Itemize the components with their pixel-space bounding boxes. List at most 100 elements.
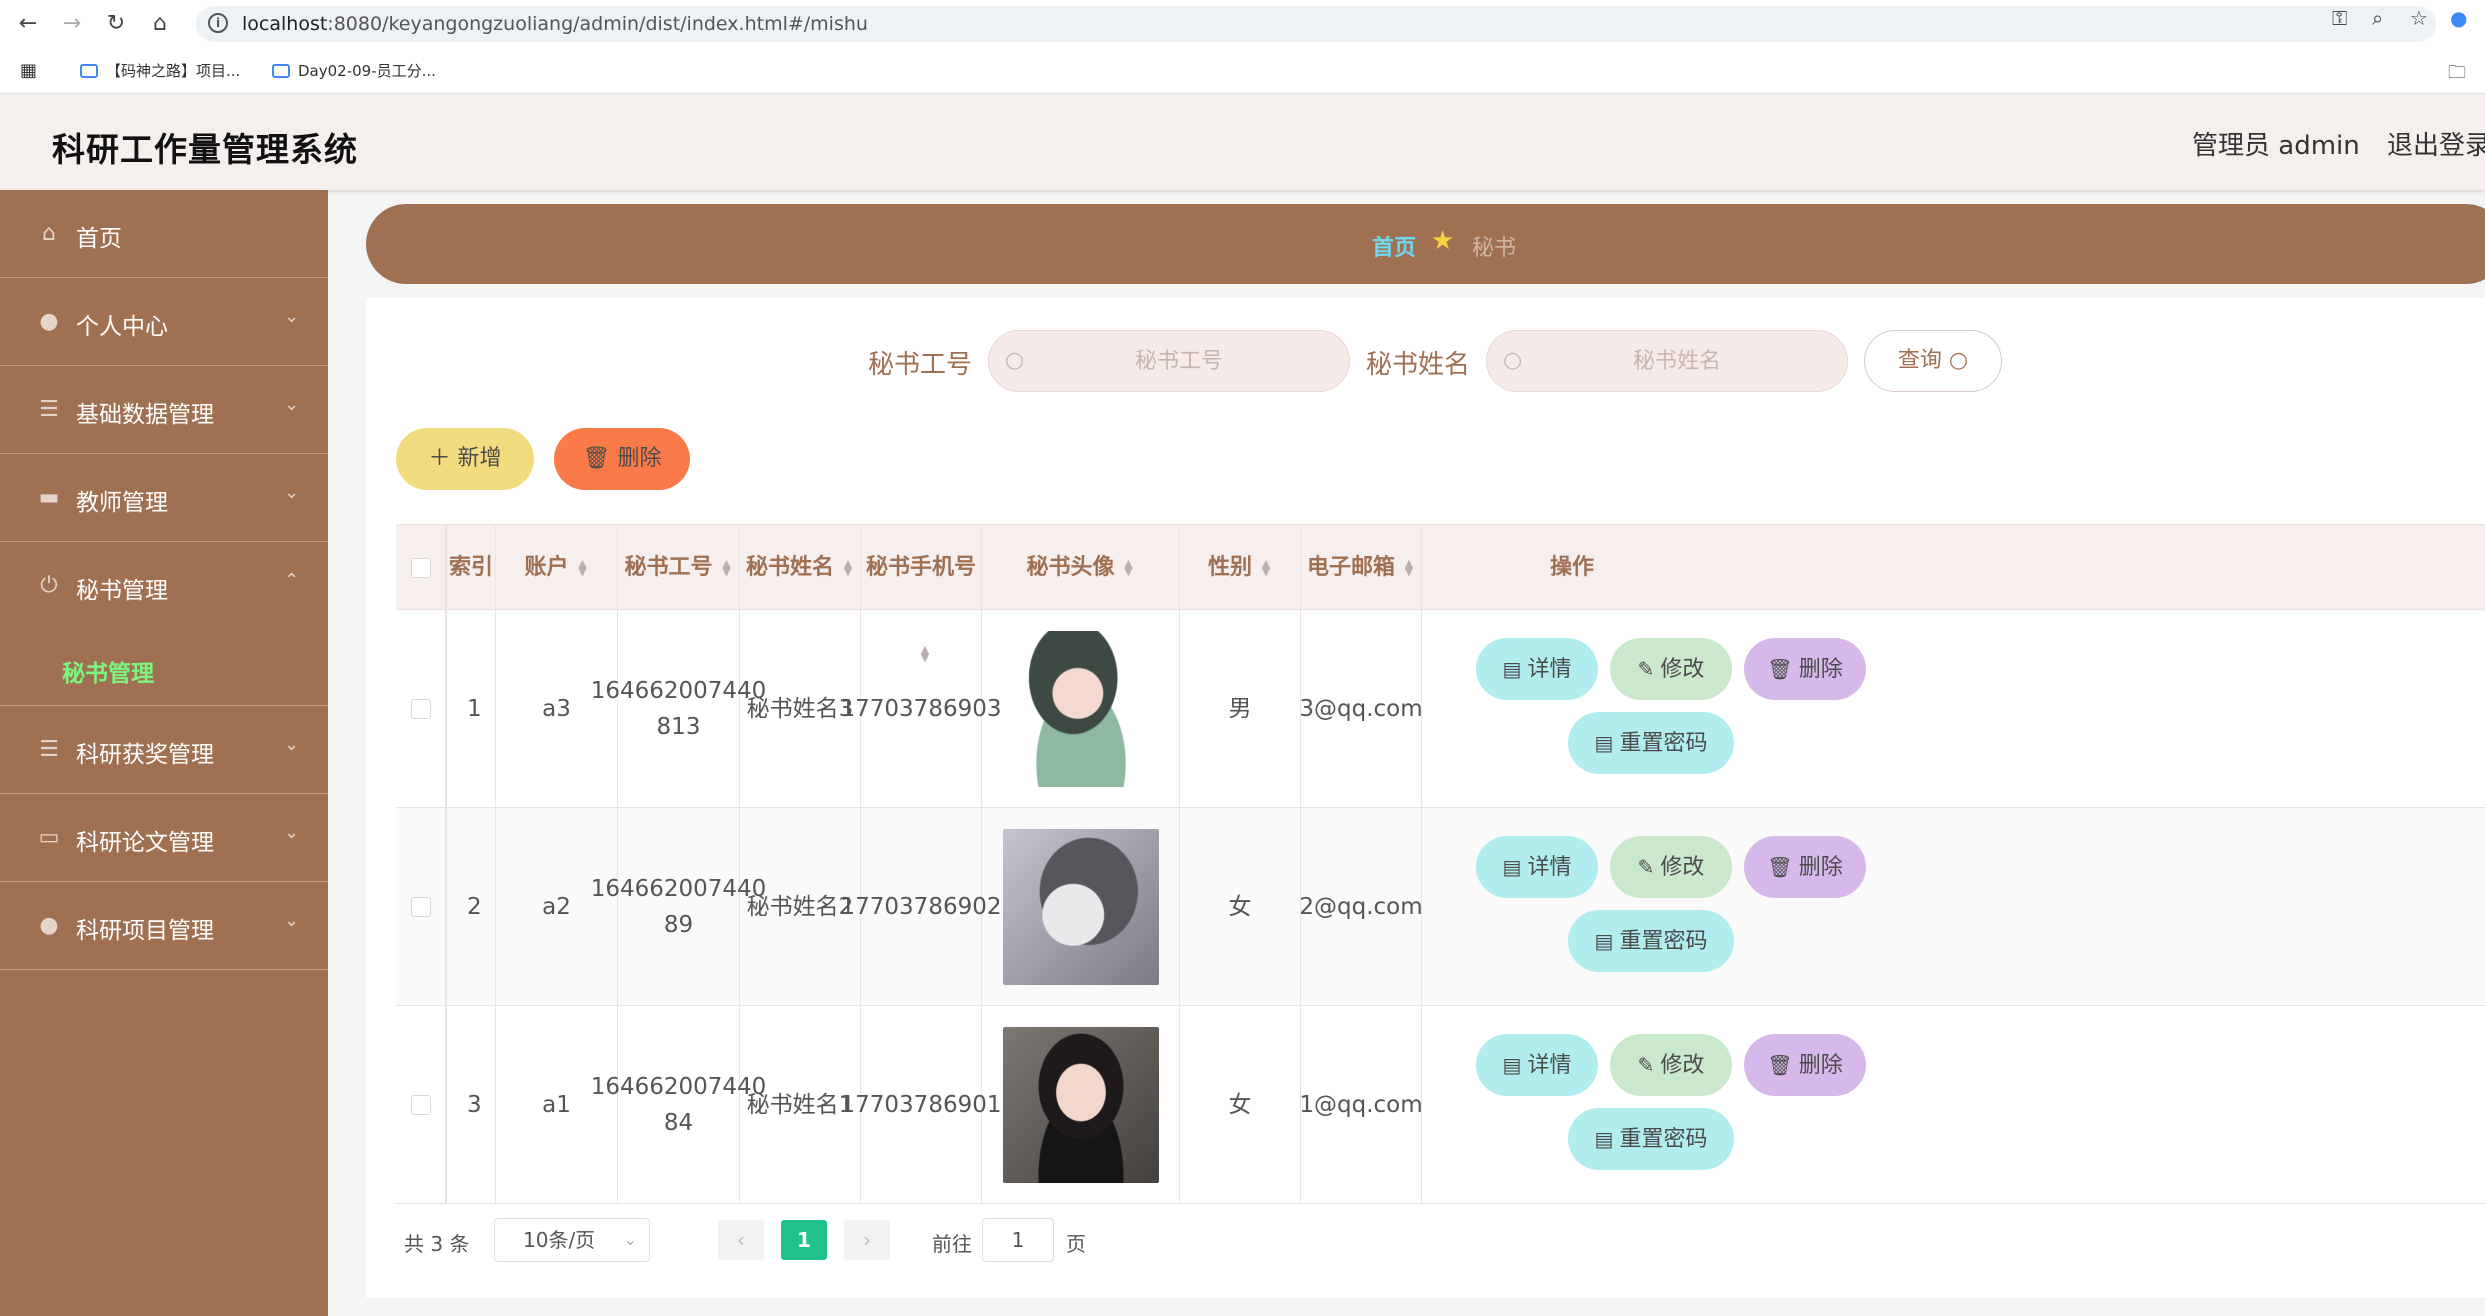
edit-button[interactable]: ✎ 修改 [1610,1034,1732,1096]
sidebar-subitem-secretaries[interactable]: 秘书管理 [0,630,328,706]
profile-icon[interactable]: ● [2450,6,2467,30]
header-id[interactable]: 秘书工号 ▲ ▼ [618,525,740,611]
document-icon: ▤ [1594,1127,1614,1151]
sidebar-item-projects[interactable]: ● 科研项目管理 ⌄ [0,882,328,970]
avatar[interactable] [1002,1027,1159,1183]
sidebar-item-teachers[interactable]: ▬ 教师管理 ⌄ [0,454,328,542]
sort-icon[interactable]: ▲ ▼ [1260,558,1272,577]
edit-button[interactable]: ✎ 修改 [1610,638,1732,700]
sort-icon[interactable]: ▲ ▼ [721,558,733,577]
home-icon[interactable]: ⌂ [146,10,174,38]
select-all-checkbox[interactable] [396,525,446,611]
zoom-icon[interactable]: ⌕ [2372,6,2383,30]
sort-icon[interactable]: ▲ ▼ [1123,558,1135,577]
header-label: 账户 [524,555,569,580]
search-id-field[interactable]: ○ [988,330,1350,392]
key-icon[interactable]: ⚿ [2332,6,2347,30]
reset-password-button[interactable]: ▤ 重置密码 [1568,1108,1734,1170]
detail-label: 详情 [1527,1053,1572,1078]
sort-icon[interactable]: ▲ ▼ [577,558,589,577]
row-checkbox[interactable] [396,1006,446,1204]
bookmark-label: Day02-09-员工分... [298,62,436,80]
trash-icon: 🗑 [1767,657,1793,681]
add-button[interactable]: ＋ 新增 [396,428,534,490]
reload-icon[interactable]: ↻ [102,10,130,38]
logout-button[interactable]: 退出登录 [2387,125,2485,162]
cell-actions: ▤ 详情 ✎ 修改 🗑 删除 ▤ 重置密码 [1422,1006,2485,1204]
delete-label: 删除 [1798,855,1843,880]
home-icon: ⌂ [42,221,56,246]
header-gender[interactable]: 性别 ▲ ▼ [1180,525,1301,611]
breadcrumb-home[interactable]: 首页 [1372,230,1416,262]
chevron-down-icon: ⌄ [284,306,300,327]
delete-button[interactable]: 🗑 删除 [1744,1034,1866,1096]
header-name[interactable]: 秘书姓名 ▲ ▼ [740,525,861,611]
sort-icon[interactable]: ▲ ▼ [1403,558,1415,577]
search-label-id: 秘书工号 [868,350,973,380]
next-page-button[interactable]: › [844,1220,890,1260]
url-path: :8080/keyangongzuoliang/admin/dist/index… [327,13,868,35]
sidebar-item-home[interactable]: ⌂ 首页 [0,190,328,278]
header-avatar[interactable]: 秘书头像 ▲ ▼ [982,525,1180,611]
app-header: 科研工作量管理系统 管理员 admin 退出登录 [0,95,2485,190]
detail-button[interactable]: ▤ 详情 [1476,1034,1598,1096]
header-label: 电子邮箱 [1306,555,1395,580]
avatar[interactable] [1002,631,1159,787]
sidebar-item-basic-data[interactable]: ☰ 基础数据管理 ⌄ [0,366,328,454]
sidebar-item-personal[interactable]: ● 个人中心 ⌄ [0,278,328,366]
delete-button[interactable]: 🗑 删除 [1744,836,1866,898]
bookmarks-bar: ▦ 【码神之路】项目... Day02-09-员工分... 🗀 [0,48,2485,94]
cell-actions: ▤ 详情 ✎ 修改 🗑 删除 ▤ 重置密码 [1422,808,2485,1006]
row-checkbox[interactable] [396,610,446,808]
sidebar-item-label: 科研项目管理 [76,918,214,944]
delete-label: 删除 [1798,1053,1843,1078]
power-icon: ⏻ [40,573,58,598]
forward-icon[interactable]: → [58,10,86,38]
address-bar[interactable]: i localhost:8080/keyangongzuoliang/admin… [196,6,2436,42]
prev-page-button[interactable]: ‹ [718,1220,764,1260]
sidebar-item-secretaries[interactable]: ⏻ 秘书管理 ⌃ [0,542,328,630]
search-id-input[interactable] [1029,331,1329,391]
bookmark-item[interactable]: Day02-09-员工分... [272,60,436,81]
detail-label: 详情 [1527,657,1572,682]
goto-page-input[interactable]: 1 [982,1218,1054,1262]
document-icon: ▤ [1594,929,1614,953]
cell-id: 164662007440 813 [591,610,766,808]
reset-password-button[interactable]: ▤ 重置密码 [1568,712,1734,774]
row-checkbox[interactable] [396,808,446,1006]
chevron-down-icon: ⌄ [623,1230,637,1249]
bookmark-item[interactable]: 【码神之路】项目... [80,60,240,81]
page-number-current[interactable]: 1 [781,1220,827,1260]
search-name-field[interactable]: ○ [1486,330,1848,392]
add-label: 新增 [457,446,502,471]
query-button[interactable]: 查询 ○ [1864,330,2002,392]
batch-delete-button[interactable]: 🗑 删除 [554,428,690,490]
chevron-down-icon: ⌄ [284,822,300,843]
document-icon: ▤ [1502,1053,1522,1077]
folder-icon[interactable]: 🗀 [2448,60,2466,90]
cell-phone: 17703786901 [841,1006,1001,1204]
reset-password-button[interactable]: ▤ 重置密码 [1568,910,1734,972]
header-phone[interactable]: 秘书手机号▲ ▼ [861,525,982,663]
monitor-icon: ▭ [38,825,60,850]
back-icon[interactable]: ← [14,10,42,38]
detail-label: 详情 [1527,855,1572,880]
header-email[interactable]: 电子邮箱 ▲ ▼ [1301,525,1422,611]
header-label: 秘书姓名 [745,555,834,580]
apps-grid-icon[interactable]: ▦ [20,60,37,81]
ticket-icon: ▬ [38,485,60,510]
detail-button[interactable]: ▤ 详情 [1476,836,1598,898]
page-size-select[interactable]: 10条/页 ⌄ [494,1218,650,1262]
detail-button[interactable]: ▤ 详情 [1476,638,1598,700]
star-icon[interactable]: ☆ [2410,6,2428,30]
site-info-icon[interactable]: i [208,13,228,33]
search-name-input[interactable] [1527,331,1827,391]
sort-icon[interactable]: ▲ ▼ [842,558,854,577]
document-icon: ▤ [1594,731,1614,755]
header-account[interactable]: 账户 ▲ ▼ [496,525,618,611]
delete-button[interactable]: 🗑 删除 [1744,638,1866,700]
sidebar-item-awards[interactable]: ☰ 科研获奖管理 ⌄ [0,706,328,794]
edit-button[interactable]: ✎ 修改 [1610,836,1732,898]
avatar[interactable] [1002,829,1159,985]
sidebar-item-papers[interactable]: ▭ 科研论文管理 ⌄ [0,794,328,882]
